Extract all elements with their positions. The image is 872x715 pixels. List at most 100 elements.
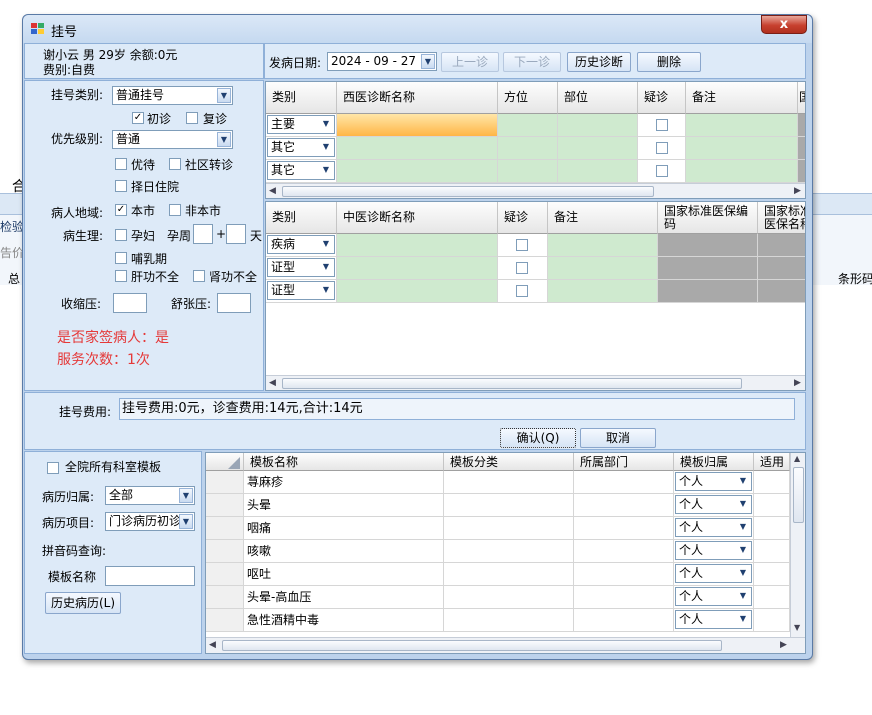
chevron-down-icon[interactable]: ▼ — [319, 283, 333, 298]
local-checkbox[interactable]: ✓ — [115, 204, 127, 216]
row-header[interactable] — [206, 609, 244, 632]
owner-select[interactable]: 个人 ▼ — [675, 610, 752, 629]
department-cell[interactable] — [574, 586, 674, 609]
column-header[interactable]: 中医诊断名称 — [337, 202, 498, 234]
template-name-input[interactable] — [105, 566, 195, 586]
liver-checkbox[interactable] — [115, 270, 127, 282]
applicable-cell[interactable] — [754, 586, 790, 609]
priority-select[interactable]: 普通 ▼ — [112, 130, 233, 149]
chevron-down-icon[interactable]: ▼ — [217, 132, 231, 147]
department-cell[interactable] — [574, 609, 674, 632]
department-cell[interactable] — [574, 540, 674, 563]
owner-select[interactable]: 个人 ▼ — [675, 518, 752, 537]
nonlocal-checkbox[interactable] — [169, 204, 181, 216]
record-owner-select[interactable]: 全部 ▼ — [105, 486, 195, 505]
applicable-cell[interactable] — [754, 609, 790, 632]
category-select[interactable]: 主要 ▼ — [267, 115, 335, 134]
diagnosis-name-cell[interactable] — [337, 114, 498, 137]
table-row[interactable]: 荨麻疹 个人 ▼ — [206, 471, 790, 494]
category-select[interactable]: 其它 ▼ — [267, 161, 335, 180]
remark-cell[interactable] — [548, 257, 658, 280]
systolic-input[interactable] — [113, 293, 147, 313]
category-select[interactable]: 证型 ▼ — [267, 281, 335, 300]
template-category-cell[interactable] — [444, 471, 574, 494]
diastolic-input[interactable] — [217, 293, 251, 313]
suspect-checkbox[interactable] — [516, 285, 528, 297]
applicable-cell[interactable] — [754, 494, 790, 517]
department-cell[interactable] — [574, 471, 674, 494]
owner-select[interactable]: 个人 ▼ — [675, 587, 752, 606]
prev-visit-button[interactable]: 上一诊 — [441, 52, 499, 72]
owner-select[interactable]: 个人 ▼ — [675, 472, 752, 491]
applicable-cell[interactable] — [754, 563, 790, 586]
horizontal-scrollbar[interactable]: ◀ ▶ — [206, 637, 805, 653]
pregnant-checkbox[interactable] — [115, 229, 127, 241]
pregnancy-week-input[interactable] — [193, 224, 213, 244]
department-cell[interactable] — [574, 563, 674, 586]
template-category-cell[interactable] — [444, 494, 574, 517]
preferential-checkbox[interactable] — [115, 158, 127, 170]
scrollbar-thumb[interactable] — [222, 640, 722, 651]
column-header[interactable]: 备注 — [686, 82, 798, 114]
scroll-left-icon[interactable]: ◀ — [209, 640, 216, 650]
calendar-dropdown-icon[interactable]: ▼ — [421, 54, 435, 69]
category-select[interactable]: 疾病 ▼ — [267, 235, 335, 254]
table-row[interactable]: 头晕 个人 ▼ — [206, 494, 790, 517]
vertical-scrollbar[interactable]: ▲ ▼ — [790, 453, 805, 637]
remark-cell[interactable] — [548, 280, 658, 303]
template-name-cell[interactable]: 头晕 — [244, 494, 444, 517]
remark-cell[interactable] — [686, 160, 798, 183]
column-header[interactable]: 国家标准医保名称 — [758, 202, 805, 234]
template-category-cell[interactable] — [444, 586, 574, 609]
site-cell[interactable] — [558, 114, 638, 137]
record-item-select[interactable]: 门诊病历初诊 ▼ — [105, 512, 195, 531]
column-header[interactable]: 备注 — [548, 202, 658, 234]
column-header[interactable]: 模板名称 — [244, 453, 444, 471]
scroll-down-icon[interactable]: ▼ — [794, 623, 800, 632]
template-category-cell[interactable] — [444, 517, 574, 540]
confirm-button[interactable]: 确认(Q) — [500, 428, 576, 448]
suspect-checkbox[interactable] — [656, 142, 668, 154]
column-header[interactable]: 部位 — [558, 82, 638, 114]
all-departments-checkbox[interactable] — [47, 462, 59, 474]
template-category-cell[interactable] — [444, 540, 574, 563]
first-visit-checkbox[interactable]: ✓ — [132, 112, 144, 124]
table-row[interactable]: 头晕-高血压 个人 ▼ — [206, 586, 790, 609]
row-header[interactable] — [206, 517, 244, 540]
scroll-right-icon[interactable]: ▶ — [780, 640, 787, 650]
owner-select[interactable]: 个人 ▼ — [675, 495, 752, 514]
table-row[interactable]: 咽痛 个人 ▼ — [206, 517, 790, 540]
column-header[interactable]: 类别 — [266, 82, 337, 114]
site-cell[interactable] — [558, 137, 638, 160]
applicable-cell[interactable] — [754, 540, 790, 563]
chevron-down-icon[interactable]: ▼ — [217, 88, 231, 103]
template-name-cell[interactable]: 咳嗽 — [244, 540, 444, 563]
horizontal-scrollbar[interactable]: ◀ ▶ — [266, 375, 805, 390]
revisit-checkbox[interactable] — [186, 112, 198, 124]
position-cell[interactable] — [498, 137, 558, 160]
column-header[interactable]: 模板分类 — [444, 453, 574, 471]
department-cell[interactable] — [574, 517, 674, 540]
owner-select[interactable]: 个人 ▼ — [675, 564, 752, 583]
category-select[interactable]: 其它 ▼ — [267, 138, 335, 157]
department-cell[interactable] — [574, 494, 674, 517]
chevron-down-icon[interactable]: ▼ — [736, 520, 750, 535]
table-row[interactable]: 呕吐 个人 ▼ — [206, 563, 790, 586]
select-date-checkbox[interactable] — [115, 180, 127, 192]
template-name-cell[interactable]: 头晕-高血压 — [244, 586, 444, 609]
row-header[interactable] — [206, 586, 244, 609]
history-diagnosis-button[interactable]: 历史诊断 — [567, 52, 631, 72]
remark-cell[interactable] — [686, 137, 798, 160]
scrollbar-thumb[interactable] — [793, 467, 804, 523]
column-header[interactable]: 疑诊 — [498, 202, 548, 234]
column-header[interactable]: 西医诊断名称 — [337, 82, 498, 114]
column-header[interactable]: 疑诊 — [638, 82, 686, 114]
suspect-checkbox[interactable] — [516, 239, 528, 251]
template-name-cell[interactable]: 急性酒精中毒 — [244, 609, 444, 632]
site-cell[interactable] — [558, 160, 638, 183]
cancel-button[interactable]: 取消 — [580, 428, 656, 448]
column-header[interactable]: 所属部门 — [574, 453, 674, 471]
remark-cell[interactable] — [686, 114, 798, 137]
tcm-name-cell[interactable] — [337, 280, 498, 303]
suspect-checkbox[interactable] — [516, 262, 528, 274]
